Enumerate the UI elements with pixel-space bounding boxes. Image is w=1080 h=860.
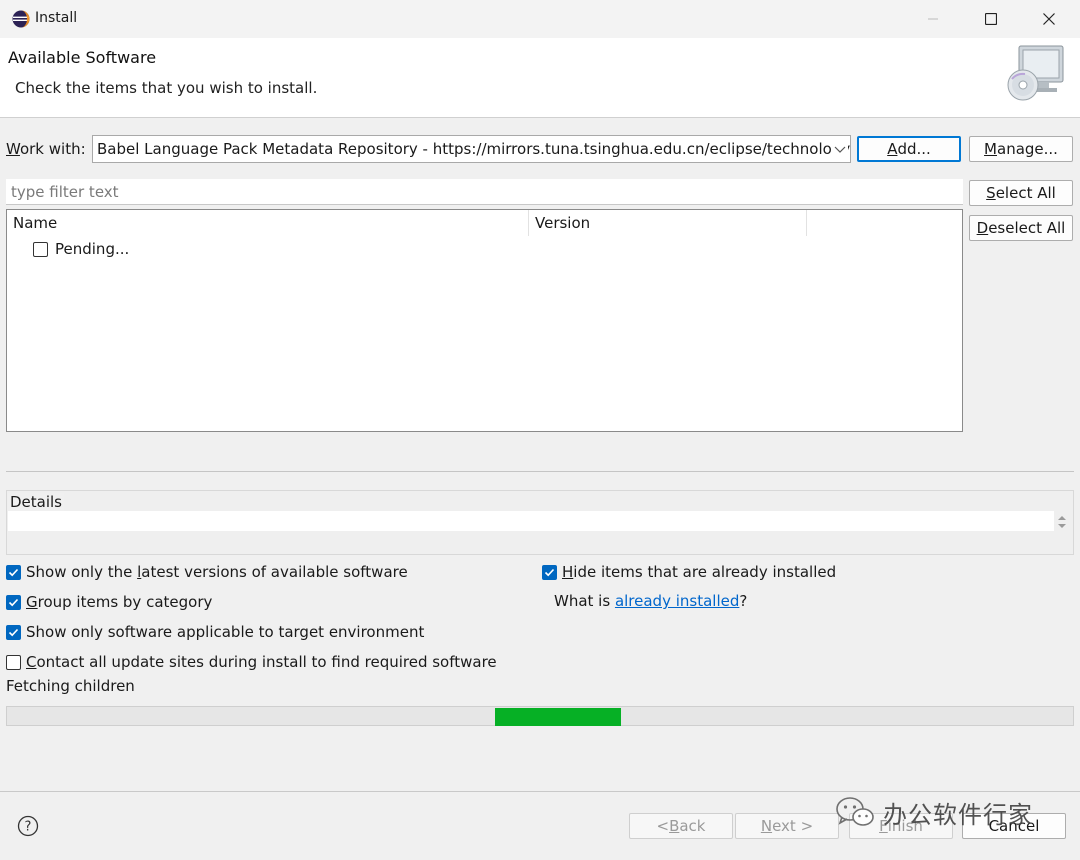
check-icon: [8, 598, 19, 606]
add-repository-button[interactable]: Add...: [857, 136, 961, 162]
scroll-arrows-icon[interactable]: [1055, 513, 1069, 531]
status-text: Fetching children: [6, 677, 135, 695]
wizard-banner: Available Software Check the items that …: [0, 38, 1080, 118]
work-with-label: Work with:: [6, 140, 86, 158]
applicable-software-checkbox[interactable]: [6, 624, 21, 640]
filter-input[interactable]: [6, 179, 963, 205]
svg-text:?: ?: [25, 820, 32, 835]
chevron-down-icon[interactable]: [832, 140, 848, 158]
column-header-name[interactable]: Name: [7, 210, 529, 236]
check-icon: [8, 568, 19, 576]
option-label: Show only software applicable to target …: [26, 623, 425, 641]
applicable-software-option[interactable]: Show only software applicable to target …: [6, 621, 424, 643]
wechat-icon: [836, 797, 874, 826]
details-text-area[interactable]: [8, 511, 1054, 531]
back-button[interactable]: < Back: [629, 813, 733, 839]
what-is-installed-text: What is already installed?: [554, 592, 748, 610]
watermark: 办公软件行家: [835, 792, 1033, 832]
software-table[interactable]: Name Version Pending...: [6, 209, 963, 432]
page-title: Available Software: [8, 48, 157, 67]
hide-installed-checkbox[interactable]: [542, 564, 557, 580]
details-label: Details: [8, 493, 65, 511]
page-description: Check the items that you wish to install…: [15, 79, 318, 97]
show-latest-versions-option[interactable]: Show only the latest versions of availab…: [6, 561, 408, 583]
option-label: Hide items that are already installed: [562, 563, 837, 581]
column-header-version[interactable]: Version: [529, 210, 807, 236]
close-icon: [1043, 13, 1055, 25]
maximize-button[interactable]: [962, 0, 1020, 38]
show-latest-versions-checkbox[interactable]: [6, 564, 21, 580]
work-with-value: Babel Language Pack Metadata Repository …: [97, 140, 851, 158]
minimize-button[interactable]: [904, 0, 962, 38]
install-wizard-graphic: [1007, 45, 1064, 101]
contact-update-sites-option[interactable]: Contact all update sites during install …: [6, 651, 497, 673]
contact-update-sites-checkbox[interactable]: [6, 654, 21, 670]
check-icon: [8, 628, 19, 636]
option-label: Show only the latest versions of availab…: [26, 563, 408, 581]
close-button[interactable]: [1020, 0, 1078, 38]
progress-indicator: [495, 708, 621, 726]
row-label: Pending...: [55, 240, 130, 258]
check-icon: [544, 568, 555, 576]
help-icon[interactable]: ?: [17, 815, 39, 837]
pending-checkbox[interactable]: [33, 241, 48, 257]
sash-divider[interactable]: [6, 471, 1074, 472]
watermark-text: 办公软件行家: [883, 800, 1033, 829]
group-by-category-option[interactable]: Group items by category: [6, 591, 212, 613]
progress-bar: [6, 706, 1074, 726]
eclipse-icon: [12, 10, 30, 28]
maximize-icon: [985, 13, 997, 25]
option-label: Group items by category: [26, 593, 213, 611]
select-all-button[interactable]: Select All: [969, 180, 1073, 206]
already-installed-link[interactable]: already installed: [615, 592, 739, 610]
manage-repositories-button[interactable]: Manage...: [969, 136, 1073, 162]
deselect-all-button[interactable]: Deselect All: [969, 215, 1073, 241]
table-row[interactable]: Pending...: [33, 239, 129, 259]
minimize-icon: [928, 18, 938, 20]
work-with-combobox[interactable]: Babel Language Pack Metadata Repository …: [92, 135, 851, 163]
next-button[interactable]: Next >: [735, 813, 839, 839]
option-label: Contact all update sites during install …: [26, 653, 497, 671]
group-by-category-checkbox[interactable]: [6, 594, 21, 610]
window-title: Install: [35, 10, 78, 26]
hide-installed-option[interactable]: Hide items that are already installed: [542, 561, 836, 583]
